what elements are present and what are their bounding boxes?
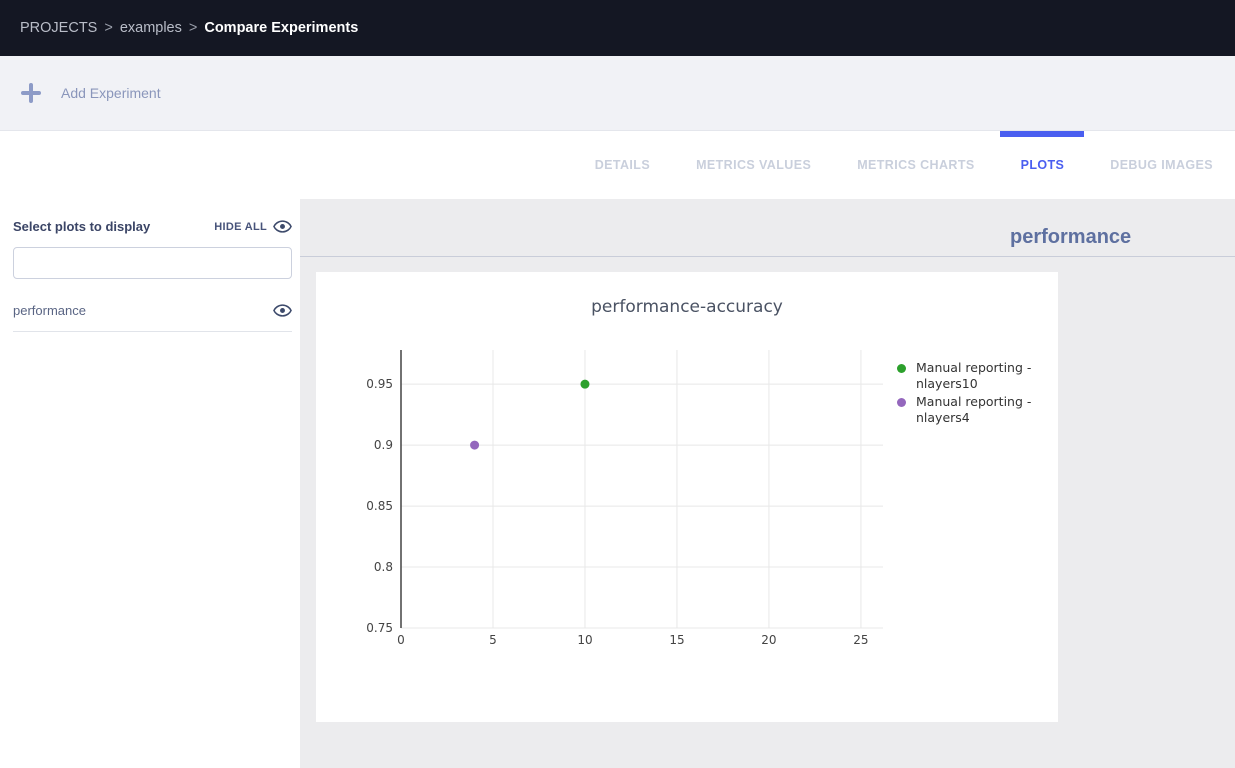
sidebar-item-performance[interactable]: performance (13, 301, 292, 332)
main-area: Select plots to display HIDE ALL perform… (0, 199, 1235, 768)
legend-label: Manual reporting - nlayers4 (916, 394, 1036, 426)
hide-all-label: HIDE ALL (214, 221, 267, 233)
breadcrumb-projects[interactable]: PROJECTS (20, 20, 97, 36)
tab-debug-images[interactable]: DEBUG IMAGES (1110, 131, 1213, 199)
top-navbar: PROJECTS > examples > Compare Experiment… (0, 0, 1235, 56)
x-tick-label: 5 (489, 633, 497, 647)
plus-icon[interactable] (20, 82, 42, 104)
x-tick-label: 10 (577, 633, 592, 647)
tab-plots[interactable]: PLOTS (1021, 131, 1065, 199)
eye-icon[interactable] (273, 301, 292, 320)
legend-label: Manual reporting - nlayers10 (916, 360, 1036, 392)
y-tick-label: 0.95 (366, 377, 393, 391)
legend-item[interactable]: Manual reporting - nlayers4 (897, 394, 1036, 426)
add-experiment-button[interactable]: Add Experiment (61, 85, 161, 101)
legend-dot (897, 364, 906, 373)
breadcrumb-separator: > (104, 20, 112, 36)
plot-legend: Manual reporting - nlayers10Manual repor… (897, 360, 1036, 428)
breadcrumb-separator: > (189, 20, 197, 36)
x-tick-label: 25 (853, 633, 868, 647)
metric-group-title: performance (1010, 226, 1131, 249)
tab-bar: DETAILS METRICS VALUES METRICS CHARTS PL… (0, 131, 1235, 199)
y-tick-label: 0.8 (374, 560, 393, 574)
y-tick-label: 0.85 (366, 499, 393, 513)
breadcrumb: PROJECTS > examples > Compare Experiment… (20, 20, 358, 36)
breadcrumb-examples[interactable]: examples (120, 20, 182, 36)
tab-details[interactable]: DETAILS (595, 131, 650, 199)
legend-item[interactable]: Manual reporting - nlayers10 (897, 360, 1036, 392)
data-point[interactable] (580, 380, 589, 389)
plot-search-input[interactable] (13, 247, 292, 279)
tab-metrics-charts[interactable]: METRICS CHARTS (857, 131, 974, 199)
sidebar-heading: Select plots to display (13, 219, 214, 234)
scatter-plot[interactable]: 0.75 0.8 0.85 0.9 0.95 0 5 10 15 20 25 (316, 272, 1058, 722)
add-experiment-bar: Add Experiment (0, 56, 1235, 131)
tab-metrics-values[interactable]: METRICS VALUES (696, 131, 811, 199)
hide-all-button[interactable]: HIDE ALL (214, 217, 292, 236)
plot-card: performance-accuracy 0.750.80.850.90.950… (316, 272, 1058, 722)
plot-name-label: performance (13, 303, 273, 318)
legend-dot (897, 398, 906, 407)
data-point[interactable] (470, 441, 479, 450)
x-tick-label: 0 (397, 633, 405, 647)
x-tick-label: 20 (761, 633, 776, 647)
breadcrumb-current-page: Compare Experiments (204, 20, 358, 36)
plots-sidebar: Select plots to display HIDE ALL perform… (0, 199, 300, 768)
y-tick-label: 0.75 (366, 621, 393, 635)
sidebar-header: Select plots to display HIDE ALL (13, 217, 292, 236)
x-tick-label: 15 (669, 633, 684, 647)
y-tick-label: 0.9 (374, 438, 393, 452)
plots-panel: performance performance-accuracy 0.750.8… (300, 199, 1235, 768)
eye-icon (273, 217, 292, 236)
metric-group-header: performance (300, 199, 1235, 257)
